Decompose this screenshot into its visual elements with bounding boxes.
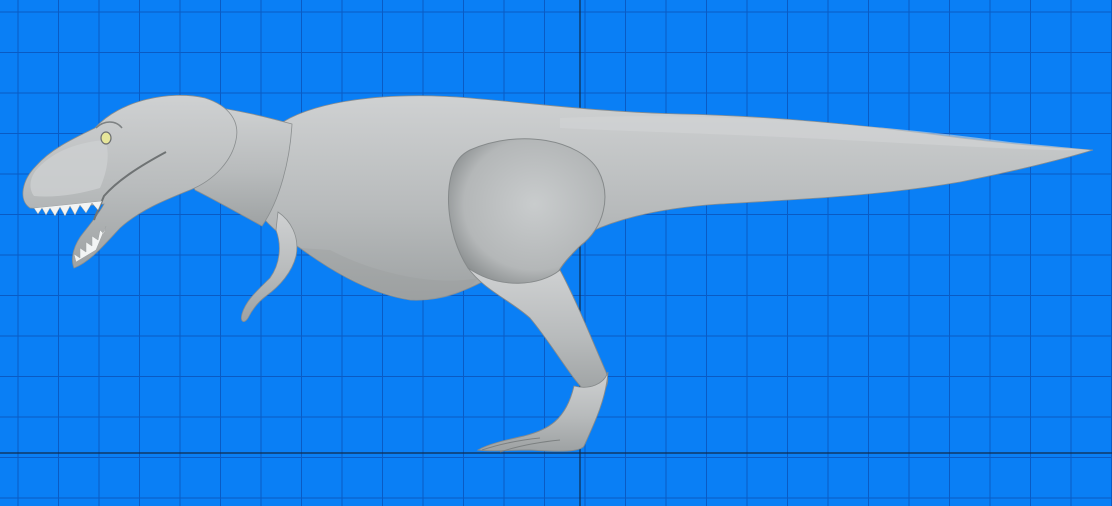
tyrannosaurus-model[interactable] — [0, 0, 1112, 506]
3d-viewport[interactable] — [0, 0, 1112, 506]
model-arm — [241, 211, 298, 322]
model-eye — [100, 131, 112, 145]
model-snout-highlight — [30, 140, 108, 197]
model-lower-leg — [467, 267, 608, 395]
model-thigh — [448, 138, 606, 285]
